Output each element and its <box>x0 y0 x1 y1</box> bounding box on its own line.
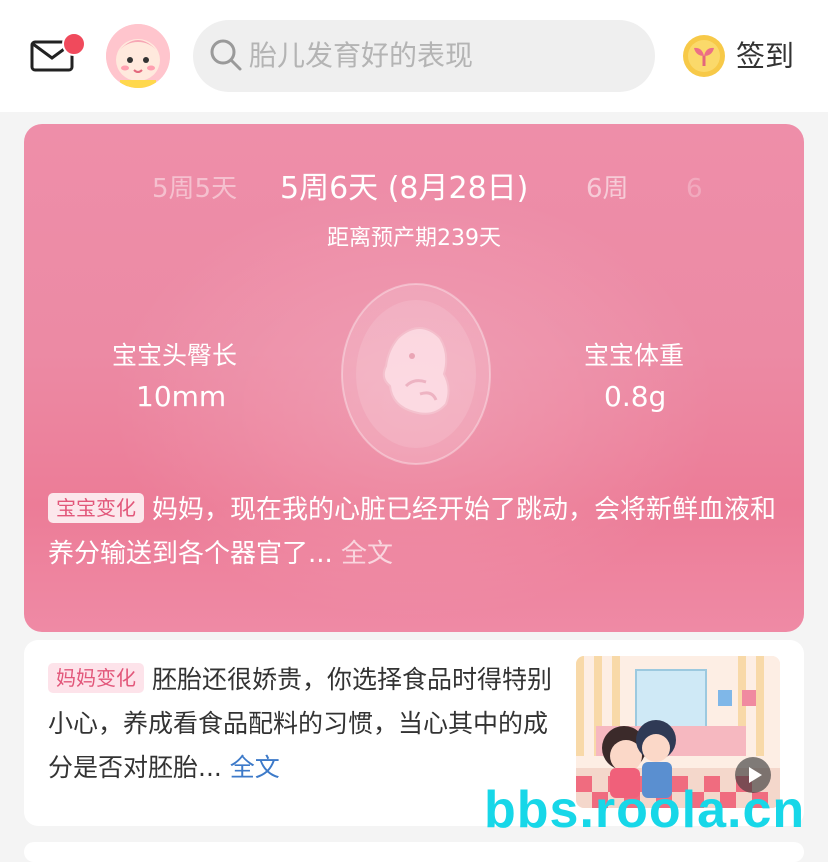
week-prev[interactable]: 5周5天 <box>152 172 237 206</box>
week-next[interactable]: 6周 <box>586 172 629 206</box>
weight-label: 宝宝体重 <box>584 341 685 370</box>
embryo-icon[interactable] <box>340 282 492 466</box>
crl-label: 宝宝头臀长 <box>112 341 238 370</box>
search-bar[interactable]: 胎儿发育好的表现 <box>193 20 655 92</box>
mom-change-summary[interactable]: 妈妈变化 胚胎还很娇贵，你选择食品时得特别小心，养成看食品配料的习惯，当心其中的成… <box>48 658 560 790</box>
week-next-2[interactable]: 6 <box>686 172 703 206</box>
mom-change-fulltext-link[interactable]: 全文 <box>222 753 280 782</box>
weight-value: 0.8g <box>604 380 667 413</box>
baby-change-tag: 宝宝变化 <box>48 493 144 523</box>
top-bar: 胎儿发育好的表现 签到 <box>0 0 828 112</box>
baby-change-fulltext-link[interactable]: 全文 <box>333 539 393 569</box>
checkin-button[interactable]: 签到 <box>736 36 794 76</box>
search-placeholder: 胎儿发育好的表现 <box>249 39 474 72</box>
search-icon <box>210 39 242 71</box>
next-card-edge <box>24 842 804 862</box>
baby-week-card[interactable]: 5周5天 5周6天 (8月28日) 6周 6 距离预产期239天 宝宝头臀长 1… <box>24 124 804 632</box>
baby-change-summary[interactable]: 宝宝变化 妈妈，现在我的心脏已经开始了跳动，会将新鲜血液和养分输送到各个器官了..… <box>48 488 788 576</box>
week-current[interactable]: 5周6天 (8月28日) <box>280 172 528 206</box>
watermark-text: bbs.roola.cn <box>484 781 806 839</box>
avatar[interactable] <box>106 24 170 88</box>
baby-avatar-icon <box>106 24 170 88</box>
sprout-coin-icon[interactable] <box>682 34 726 78</box>
crl-value: 10mm <box>136 380 227 413</box>
mom-change-tag: 妈妈变化 <box>48 663 144 693</box>
unread-dot <box>62 32 86 56</box>
baby-change-text: 妈妈，现在我的心脏已经开始了跳动，会将新鲜血液和养分输送到各个器官了... <box>48 495 777 569</box>
due-date-countdown: 距离预产期239天 <box>327 226 501 251</box>
